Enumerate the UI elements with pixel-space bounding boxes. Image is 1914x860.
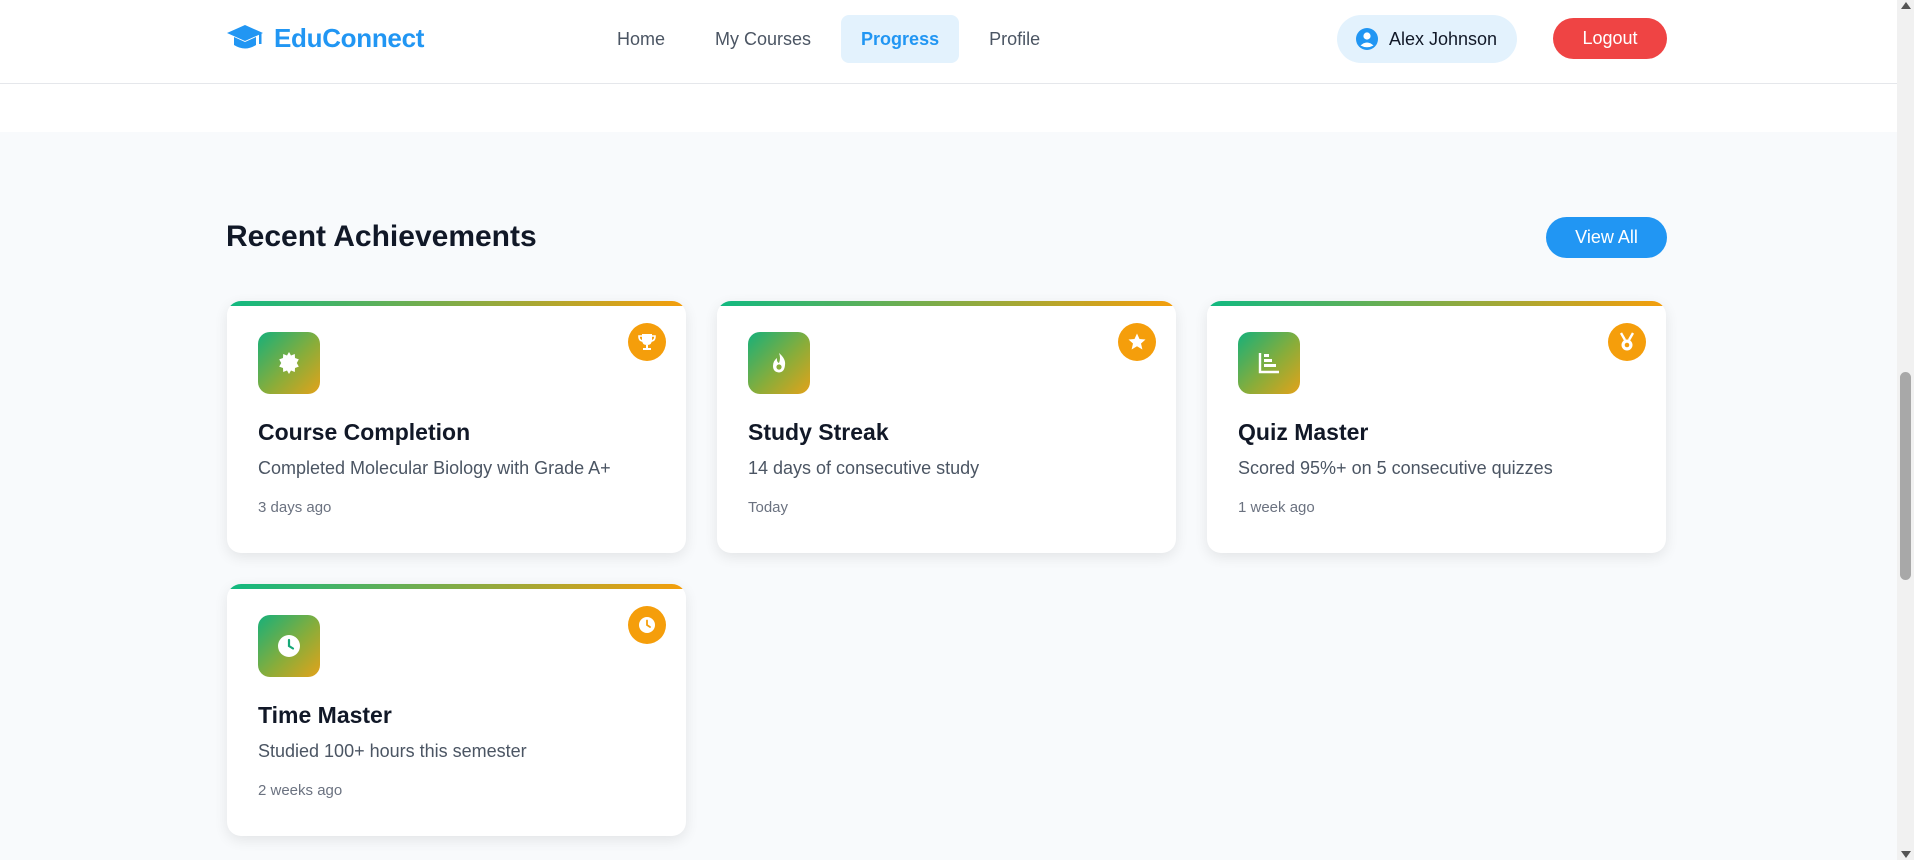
card-accent-bar [717,301,1176,306]
achievement-time: 3 days ago [258,499,332,516]
user-menu[interactable]: Alex Johnson [1337,15,1518,63]
achievements-grid: Course Completion Completed Molecular Bi… [227,301,1667,836]
clock-icon [628,606,666,644]
achievement-card[interactable]: Time Master Studied 100+ hours this seme… [227,584,686,836]
achievement-title: Quiz Master [1238,419,1369,445]
achievement-card[interactable]: Study Streak 14 days of consecutive stud… [717,301,1176,553]
nav-item-home[interactable]: Home [597,15,685,63]
achievement-card[interactable]: Quiz Master Scored 95%+ on 5 consecutive… [1207,301,1666,553]
achievement-description: Scored 95%+ on 5 consecutive quizzes [1238,458,1553,478]
brand-logo[interactable]: EduConnect [226,22,424,54]
nav-item-my-courses[interactable]: My Courses [695,15,831,63]
scroll-thumb[interactable] [1900,372,1911,580]
logout-button[interactable]: Logout [1553,18,1667,59]
section-title: Recent Achievements [226,220,537,253]
graduation-cap-icon [226,22,264,54]
achievement-description: Studied 100+ hours this semester [258,741,527,761]
card-accent-bar [227,301,686,306]
achievement-title: Course Completion [258,419,471,445]
user-circle-icon [1355,27,1379,51]
fire-icon [748,332,810,394]
header-band [0,84,1897,132]
bar-chart-icon [1238,332,1300,394]
page-scrollbar[interactable] [1897,0,1914,860]
clock-icon [258,615,320,677]
certificate-icon [258,332,320,394]
card-accent-bar [1207,301,1666,306]
nav-item-profile[interactable]: Profile [969,15,1060,63]
achievement-description: 14 days of consecutive study [748,458,980,478]
scroll-down-arrow-icon[interactable] [1901,851,1911,858]
user-name: Alex Johnson [1389,28,1498,49]
view-all-button[interactable]: View All [1546,217,1667,258]
achievement-card[interactable]: Course Completion Completed Molecular Bi… [227,301,686,553]
achievement-time: Today [748,499,789,516]
card-accent-bar [227,584,686,589]
trophy-icon [628,323,666,361]
achievement-title: Study Streak [748,419,889,445]
nav-item-progress[interactable]: Progress [841,15,960,63]
achievement-title: Time Master [258,702,392,728]
achievement-description: Completed Molecular Biology with Grade A… [258,458,611,478]
top-header: EduConnect Home My Courses Progress Prof… [0,0,1897,84]
main-nav: Home My Courses Progress Profile [597,15,1060,63]
achievement-time: 1 week ago [1238,499,1315,516]
star-icon [1118,323,1156,361]
scroll-up-arrow-icon[interactable] [1901,2,1911,9]
brand-name: EduConnect [274,22,425,53]
medal-icon [1608,323,1646,361]
achievement-time: 2 weeks ago [258,782,343,799]
